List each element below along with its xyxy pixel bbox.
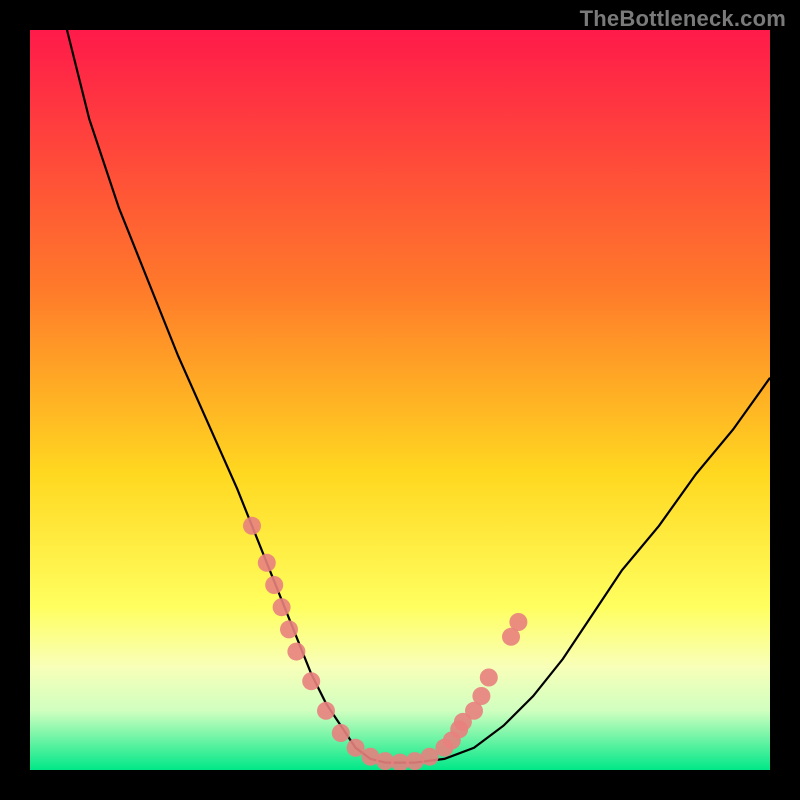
data-marker xyxy=(302,672,320,690)
data-marker xyxy=(258,554,276,572)
chart-plot-area xyxy=(30,30,770,770)
gradient-background xyxy=(30,30,770,770)
data-marker xyxy=(243,517,261,535)
bottleneck-chart xyxy=(30,30,770,770)
data-marker xyxy=(273,598,291,616)
data-marker xyxy=(265,576,283,594)
data-marker xyxy=(480,669,498,687)
data-marker xyxy=(472,687,490,705)
data-marker xyxy=(454,713,472,731)
data-marker xyxy=(317,702,335,720)
data-marker xyxy=(280,620,298,638)
data-marker xyxy=(287,643,305,661)
data-marker xyxy=(509,613,527,631)
data-marker xyxy=(332,724,350,742)
watermark-text: TheBottleneck.com xyxy=(580,6,786,32)
